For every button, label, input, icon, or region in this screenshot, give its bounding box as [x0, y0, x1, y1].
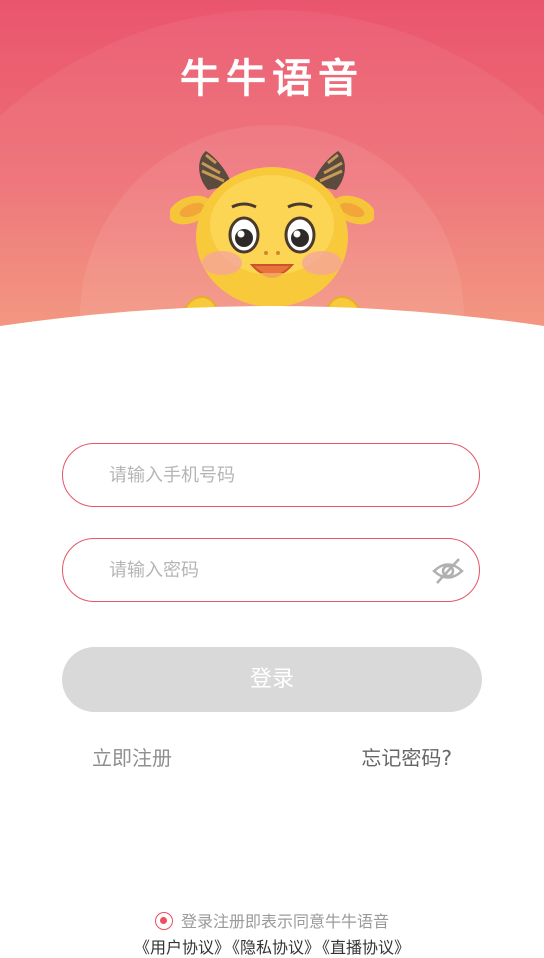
- header-wave: [0, 306, 544, 330]
- privacy-agreement-link[interactable]: 《隐私协议》: [232, 938, 320, 957]
- agreement-row: 登录注册即表示同意牛牛语音: [0, 908, 544, 932]
- phone-input[interactable]: [107, 463, 411, 487]
- register-link[interactable]: 立即注册: [92, 742, 172, 771]
- login-button[interactable]: 登录: [62, 647, 482, 712]
- header-banner: 牛牛语音: [0, 0, 544, 330]
- password-field[interactable]: [62, 538, 480, 602]
- agree-radio[interactable]: [154, 912, 173, 930]
- forgot-password-link[interactable]: 忘记密码?: [361, 742, 452, 771]
- agreement-text: 登录注册即表示同意牛牛语音: [180, 912, 389, 931]
- user-agreement-link[interactable]: 《用户协议》: [134, 938, 230, 957]
- eye-hidden-icon[interactable]: [431, 556, 465, 586]
- password-input[interactable]: [107, 558, 411, 582]
- agreement-links: 《用户协议》 《隐私协议》 《直播协议》: [0, 934, 544, 958]
- live-agreement-link[interactable]: 《直播协议》: [322, 938, 410, 957]
- app-title: 牛牛语音: [180, 56, 364, 102]
- phone-field[interactable]: [62, 443, 480, 507]
